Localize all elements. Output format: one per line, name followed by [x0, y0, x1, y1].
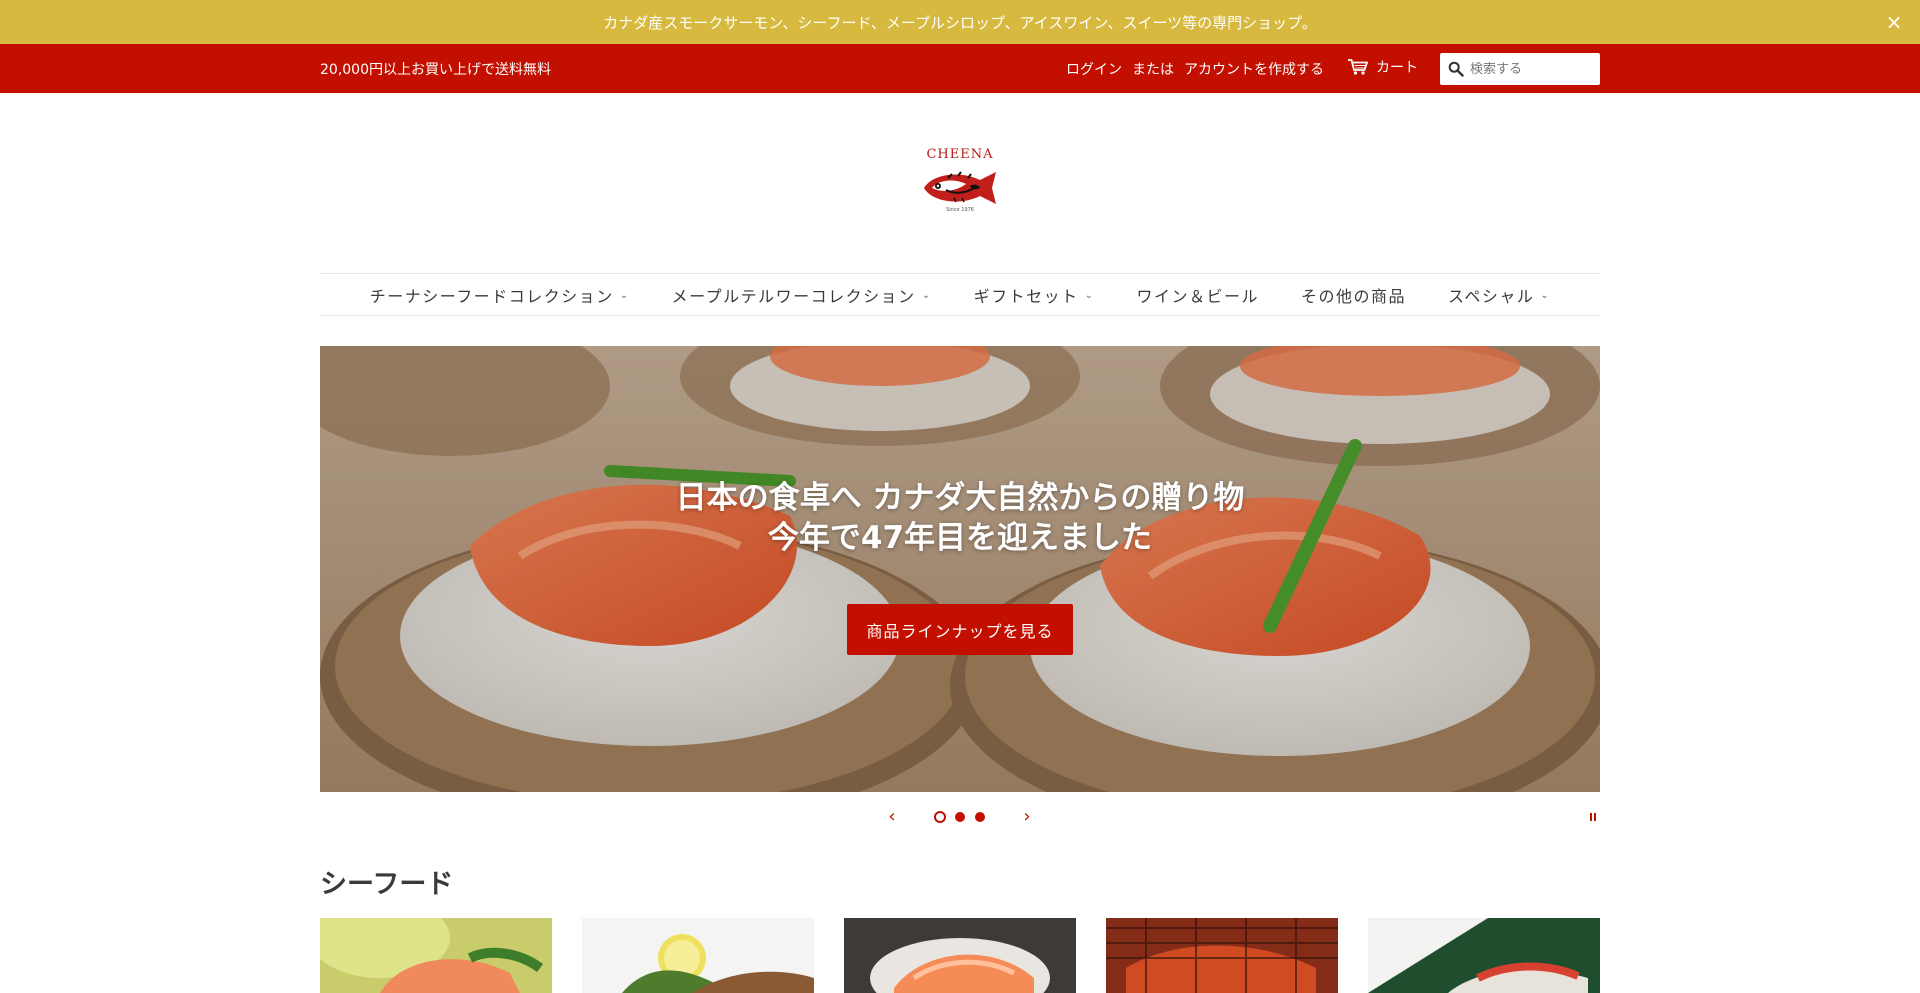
- hero-image: [320, 346, 1600, 792]
- search-input[interactable]: [1470, 61, 1590, 77]
- announcement-text: カナダ産スモークサーモン、シーフード、メープルシロップ、アイスワイン、スイーツ等…: [603, 13, 1317, 32]
- nav-item-other-products[interactable]: その他の商品: [1301, 283, 1406, 307]
- close-icon[interactable]: ×: [1882, 10, 1906, 34]
- product-image: [1106, 918, 1338, 993]
- hero-title-line2: 今年で47年目を迎えました: [767, 520, 1153, 556]
- nav-item-wine-beer[interactable]: ワイン＆ビール: [1136, 283, 1259, 307]
- cart-icon: [1348, 59, 1368, 75]
- nav-item-special[interactable]: スペシャル ⌄: [1448, 283, 1550, 307]
- logo-tagline: Since 1976: [946, 207, 974, 213]
- nav-item-maple-collection[interactable]: メープルテルワーコレクション ⌄: [672, 283, 932, 307]
- logo-wordmark: CHEENA: [926, 147, 994, 162]
- nav-item-cheena-seafood[interactable]: チーナシーフードコレクション ⌄: [370, 283, 630, 307]
- chevron-down-icon: ⌄: [1540, 290, 1551, 301]
- main-nav: チーナシーフードコレクション ⌄ メープルテルワーコレクション ⌄ ギフトセット…: [320, 273, 1600, 316]
- account-links: ログイン または アカウントを作成する: [1066, 59, 1324, 79]
- search-icon: [1448, 61, 1464, 77]
- product-grid: [320, 918, 1600, 993]
- site-logo[interactable]: CHEENA Since 1976: [916, 147, 1004, 213]
- hero-title: 日本の食卓へ カナダ大自然からの贈り物 今年で47年目を迎えました: [320, 478, 1600, 558]
- product-card[interactable]: [1106, 918, 1338, 993]
- pause-icon[interactable]: [1588, 810, 1598, 824]
- chevron-down-icon: ⌄: [619, 290, 630, 301]
- top-bar: 20,000円以上お買い上げで送料無料 ログイン または アカウントを作成する …: [0, 44, 1920, 93]
- chevron-down-icon: ⌄: [1084, 290, 1095, 301]
- product-card[interactable]: [582, 918, 814, 993]
- nav-label: ギフトセット: [973, 286, 1079, 306]
- create-account-link[interactable]: アカウントを作成する: [1184, 59, 1324, 79]
- hero-slideshow: 日本の食卓へ カナダ大自然からの贈り物 今年で47年目を迎えました 商品ラインナ…: [320, 346, 1600, 792]
- chevron-left-icon[interactable]: ‹: [880, 806, 904, 828]
- free-shipping-notice: 20,000円以上お買い上げで送料無料: [320, 62, 551, 78]
- section-title-seafood: シーフード: [320, 869, 454, 900]
- product-card[interactable]: [1368, 918, 1600, 993]
- cart-label: カート: [1376, 60, 1418, 76]
- cart-link[interactable]: カート: [1348, 57, 1418, 77]
- slide-dot-1[interactable]: [934, 811, 946, 823]
- product-card[interactable]: [844, 918, 1076, 993]
- announcement-bar: カナダ産スモークサーモン、シーフード、メープルシロップ、アイスワイン、スイーツ等…: [0, 0, 1920, 44]
- view-products-button[interactable]: 商品ラインナップを見る: [847, 604, 1073, 655]
- chevron-down-icon: ⌄: [921, 290, 932, 301]
- slide-dot-2[interactable]: [955, 812, 965, 822]
- nav-label: その他の商品: [1301, 286, 1407, 306]
- nav-label: チーナシーフードコレクション: [369, 286, 614, 306]
- product-image: [844, 918, 1076, 993]
- or-text: または: [1132, 62, 1174, 78]
- product-card[interactable]: [320, 918, 552, 993]
- login-link[interactable]: ログイン: [1066, 59, 1122, 79]
- search-box[interactable]: [1440, 53, 1600, 85]
- slideshow-controls: ‹ ›: [0, 806, 1920, 828]
- product-image: [582, 918, 814, 993]
- nav-label: メープルテルワーコレクション: [671, 286, 916, 306]
- slide-dot-3[interactable]: [975, 812, 985, 822]
- product-image: [320, 918, 552, 993]
- hero-title-line1: 日本の食卓へ カナダ大自然からの贈り物: [675, 480, 1245, 516]
- nav-item-gift-sets[interactable]: ギフトセット ⌄: [974, 283, 1095, 307]
- product-image: [1368, 918, 1600, 993]
- salmon-logo-icon: [924, 171, 996, 204]
- nav-label: スペシャル: [1448, 286, 1535, 306]
- nav-label: ワイン＆ビール: [1136, 286, 1259, 306]
- chevron-right-icon[interactable]: ›: [1015, 806, 1039, 828]
